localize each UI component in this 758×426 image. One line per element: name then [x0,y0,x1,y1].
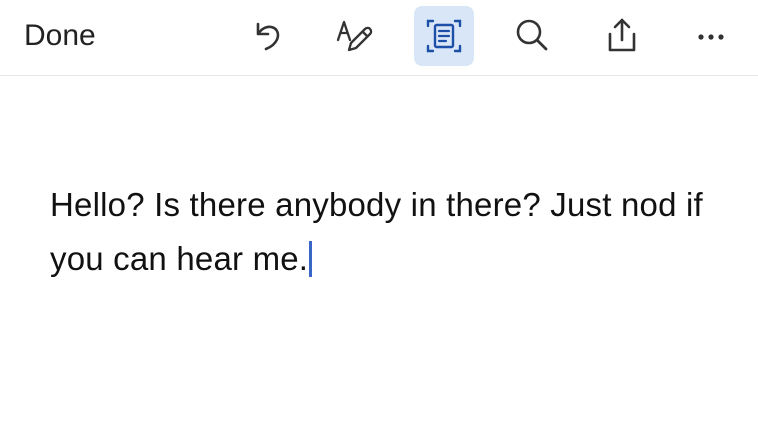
document-body[interactable]: Hello? Is there anybody in there? Just n… [50,178,730,286]
search-icon [516,19,548,51]
draw-icon [336,20,373,52]
editor-app: Done Hello? Is there anybody in there? J… [0,0,758,426]
share-icon [608,18,636,52]
reading-view-icon [426,19,462,53]
done-button[interactable]: Done [24,16,96,56]
document-text: Hello? Is there anybody in there? Just n… [50,186,703,277]
more-icon [698,34,724,40]
top-toolbar: Done [0,0,758,76]
undo-button[interactable] [236,6,296,66]
text-cursor [309,241,313,277]
draw-button[interactable] [324,6,384,66]
more-options-button[interactable] [682,6,742,66]
search-button[interactable] [502,6,562,66]
undo-icon [256,22,280,51]
share-button[interactable] [592,6,652,66]
reading-view-button[interactable] [414,6,474,66]
